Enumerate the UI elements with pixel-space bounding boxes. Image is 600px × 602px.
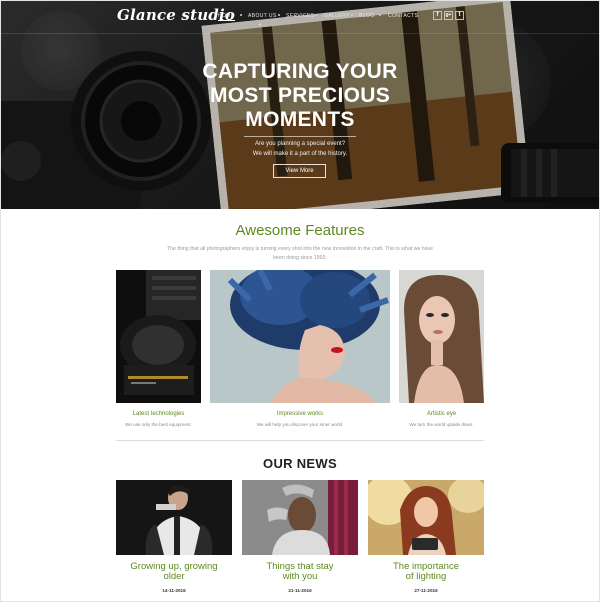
news-headline[interactable]: Things that stay with you [242,562,358,582]
section-divider [116,440,484,441]
view-more-button[interactable]: View More [273,164,326,178]
news-date: 14-11-2016 [162,588,186,593]
nav-item-about-us[interactable]: ABOUT US [248,13,277,19]
hero-title-line: MOMENTS [245,108,355,131]
header-bar: Glance studio HOME ABOUT US ▼ SERVICES G… [1,1,599,34]
news-headline[interactable]: Growing up, growing older [116,562,232,582]
news-headline-line: with you [282,571,318,582]
nav-separator [379,14,381,16]
hero-subtitle: Are you planning a special event? [254,141,346,147]
hero-title: CAPTURING YOUR MOST PRECIOUS MOMENTS [180,60,420,132]
feature-image-woman-portrait[interactable] [399,270,484,403]
feature-caption: We use only the best equipment. [125,422,192,427]
features-description: The thing that all photographers enjoy i… [150,245,450,263]
nav-item-gallery[interactable]: GALLERY [324,13,350,19]
news-headline[interactable]: The importance of lighting [368,562,484,582]
news-image-woman-lighting[interactable] [368,480,484,555]
feature-label[interactable]: Latest technologies [116,411,201,417]
news-image-man-curtain[interactable] [242,480,358,555]
features-description-line: The thing that all photographers enjoy i… [166,246,434,252]
feature-label[interactable]: Artistic eye [399,411,484,417]
hero-divider [244,136,356,137]
hero-subtitle: We will make it a part of the history. [252,151,348,157]
features-title: Awesome Features [235,222,365,239]
news-date: 27-11-2016 [414,588,438,593]
news-title: OUR NEWS [263,456,337,471]
nav-item-services[interactable]: SERVICES [286,13,314,19]
hero-title-line: CAPTURING YOUR [202,60,398,83]
nav-separator [240,14,242,16]
nav-separator [278,14,280,16]
feature-image-lens[interactable] [116,270,201,403]
feature-image-portrait-feathers[interactable] [210,270,390,403]
hero-title-line: MOST PRECIOUS [209,84,391,107]
feature-caption: We will help you discover your inner wor… [256,422,344,427]
facebook-icon[interactable]: f [433,11,442,20]
features-description-line: been doing since 1993. [273,255,327,261]
news-date: 21-11-2016 [288,588,312,593]
news-headline-line: older [163,571,185,582]
news-headline-line: of lighting [405,571,447,582]
nav-item-contacts[interactable]: CONTACTS [388,13,418,19]
nav-item-blog[interactable]: BLOG [359,13,375,19]
twitter-icon[interactable]: t [455,11,464,20]
feature-label[interactable]: Impressive works [210,411,390,417]
google-plus-icon[interactable]: g+ [444,11,453,20]
chevron-down-icon[interactable]: ▼ [258,22,262,27]
news-image-man-suit[interactable] [116,480,232,555]
nav-item-home[interactable]: HOME [218,13,235,21]
feature-caption: We turn the world upside down. [409,422,474,427]
nav-separator [351,14,353,16]
nav-separator [315,14,317,16]
